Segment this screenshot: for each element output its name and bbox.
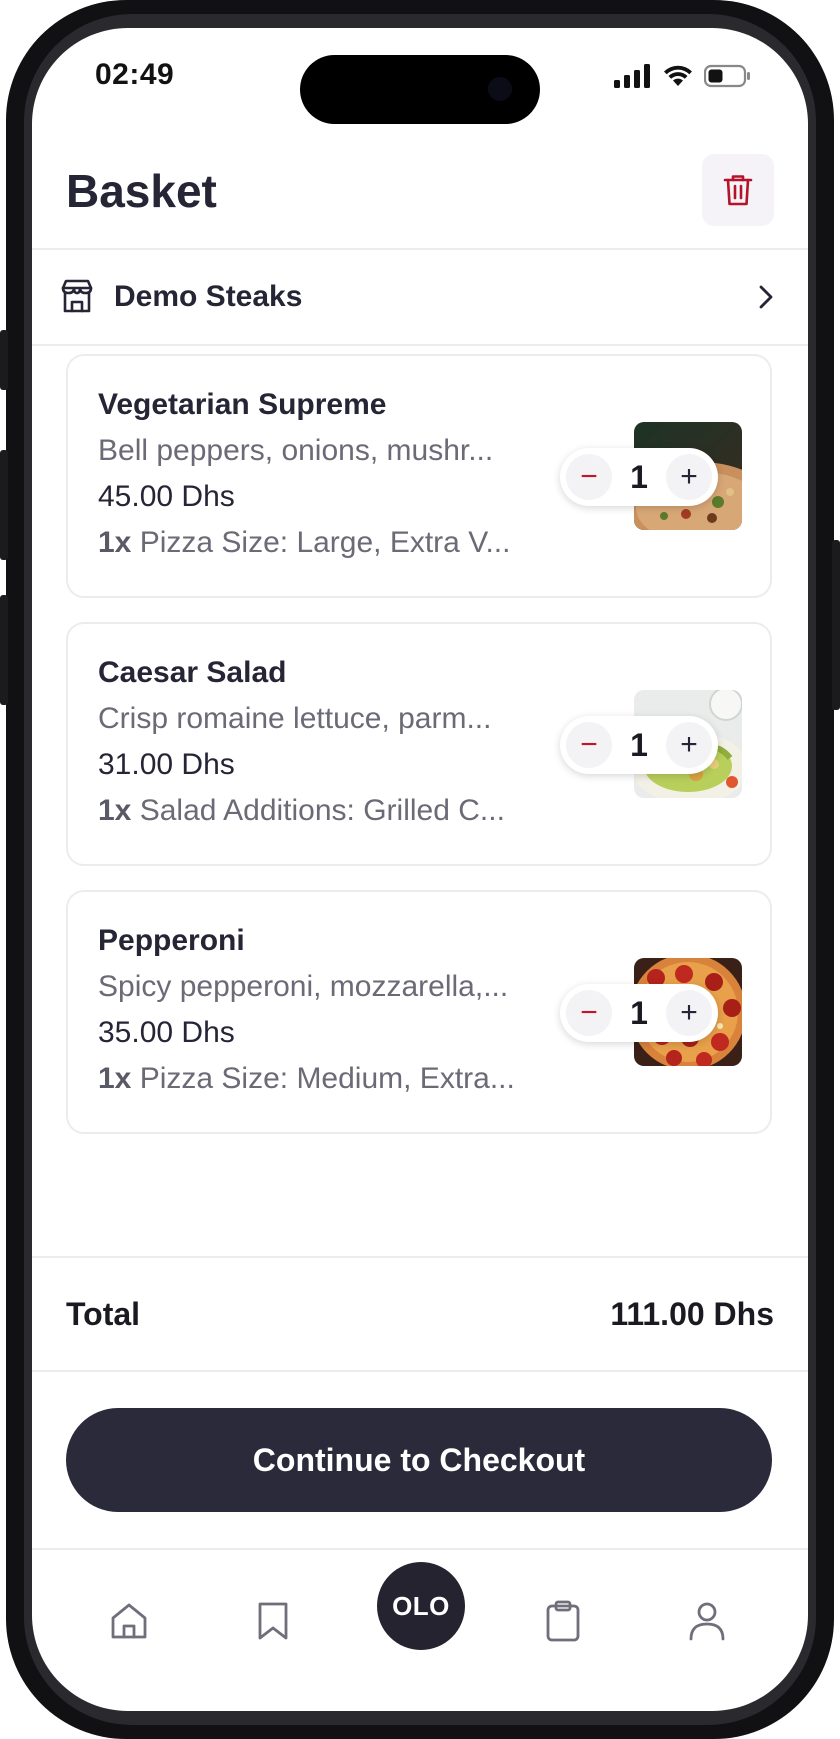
decrease-quantity-button[interactable]: − bbox=[566, 722, 612, 768]
restaurant-name: Demo Steaks bbox=[114, 280, 303, 313]
phone-side-button bbox=[832, 540, 840, 710]
increase-quantity-button[interactable]: + bbox=[666, 454, 712, 500]
modifier-text: Pizza Size: Large, Extra V... bbox=[139, 526, 511, 559]
chevron-right-icon bbox=[759, 285, 773, 309]
item-modifiers: 1x Salad Additions: Grilled C... bbox=[98, 794, 548, 828]
dynamic-island bbox=[300, 55, 540, 124]
home-icon bbox=[111, 1603, 147, 1639]
cellular-signal-icon bbox=[614, 64, 650, 88]
battery-icon bbox=[704, 64, 750, 88]
phone-side-button bbox=[0, 330, 8, 390]
modifier-quantity: 1x bbox=[98, 526, 132, 559]
wifi-icon bbox=[664, 65, 692, 86]
item-name: Pepperoni bbox=[98, 924, 245, 957]
status-icons bbox=[614, 64, 752, 88]
clear-basket-button[interactable] bbox=[702, 154, 774, 226]
item-name: Vegetarian Supreme bbox=[98, 388, 387, 421]
basket-total: Total 111.00 Dhs bbox=[32, 1256, 808, 1372]
nav-orders[interactable] bbox=[540, 1598, 586, 1644]
decrease-quantity-button[interactable]: − bbox=[566, 454, 612, 500]
quantity-stepper: − 1 + bbox=[560, 984, 718, 1042]
page-header: Basket bbox=[32, 132, 808, 250]
page-title: Basket bbox=[66, 165, 217, 217]
increase-quantity-button[interactable]: + bbox=[666, 990, 712, 1036]
basket-item[interactable]: Vegetarian Supreme Bell peppers, onions,… bbox=[66, 354, 772, 598]
nav-olo-home[interactable]: OLO bbox=[377, 1562, 465, 1650]
item-modifiers: 1x Pizza Size: Large, Extra V... bbox=[98, 526, 548, 560]
nav-saved[interactable] bbox=[250, 1598, 296, 1644]
quantity-stepper: − 1 + bbox=[560, 448, 718, 506]
modifier-text: Pizza Size: Medium, Extra... bbox=[139, 1062, 515, 1095]
increase-quantity-button[interactable]: + bbox=[666, 722, 712, 768]
restaurant-selector[interactable]: Demo Steaks bbox=[32, 250, 808, 346]
continue-to-checkout-button[interactable]: Continue to Checkout bbox=[66, 1408, 772, 1512]
total-label: Total bbox=[66, 1296, 141, 1332]
item-description: Crisp romaine lettuce, parm... bbox=[98, 702, 492, 735]
item-modifiers: 1x Pizza Size: Medium, Extra... bbox=[98, 1062, 548, 1096]
item-quantity: 1 bbox=[630, 459, 648, 495]
item-quantity: 1 bbox=[630, 727, 648, 763]
basket-item[interactable]: Caesar Salad Crisp romaine lettuce, parm… bbox=[66, 622, 772, 866]
item-name: Caesar Salad bbox=[98, 656, 287, 689]
quantity-stepper: − 1 + bbox=[560, 716, 718, 774]
status-bar: 02:49 bbox=[32, 28, 808, 132]
phone-side-button bbox=[0, 450, 8, 560]
item-description: Bell peppers, onions, mushr... bbox=[98, 434, 494, 467]
bottom-nav: OLO bbox=[32, 1548, 808, 1711]
user-icon bbox=[689, 1602, 725, 1641]
modifier-quantity: 1x bbox=[98, 1062, 132, 1095]
basket-item[interactable]: Pepperoni Spicy pepperoni, mozzarella,..… bbox=[66, 890, 772, 1134]
app-screen: 02:49 Basket Demo Steaks Vegetarian Supr… bbox=[32, 28, 808, 1711]
store-icon bbox=[61, 279, 93, 313]
item-description: Spicy pepperoni, mozzarella,... bbox=[98, 970, 509, 1003]
camera-icon bbox=[488, 77, 512, 101]
bookmark-icon bbox=[258, 1602, 288, 1640]
modifier-quantity: 1x bbox=[98, 794, 132, 827]
phone-side-button bbox=[0, 595, 8, 705]
nav-home[interactable] bbox=[106, 1598, 152, 1644]
status-time: 02:49 bbox=[95, 58, 175, 91]
nav-profile[interactable] bbox=[684, 1598, 730, 1644]
item-price: 45.00 Dhs bbox=[98, 480, 235, 513]
trash-icon bbox=[723, 175, 753, 206]
decrease-quantity-button[interactable]: − bbox=[566, 990, 612, 1036]
item-quantity: 1 bbox=[630, 995, 648, 1031]
total-value: 111.00 Dhs bbox=[610, 1296, 774, 1332]
modifier-text: Salad Additions: Grilled C... bbox=[139, 794, 505, 827]
item-price: 31.00 Dhs bbox=[98, 748, 235, 781]
item-price: 35.00 Dhs bbox=[98, 1016, 235, 1049]
clipboard-icon bbox=[546, 1600, 580, 1642]
